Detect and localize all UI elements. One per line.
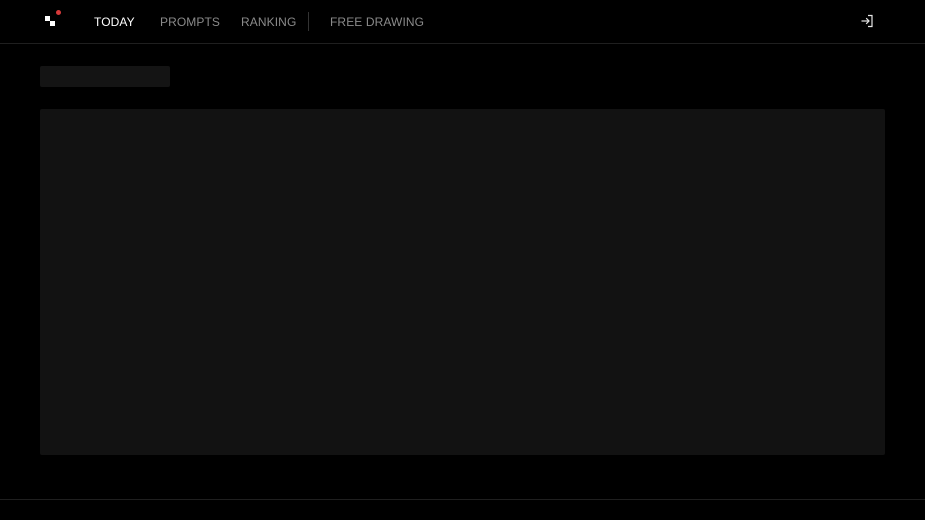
app-root: TODAY PROMPTS RANKING FREE DRAWING [0,0,925,520]
nav-tab-free-drawing[interactable]: FREE DRAWING [330,14,424,30]
nav-tab-prompts[interactable]: PROMPTS [160,14,220,30]
sign-in-button[interactable] [859,13,875,29]
pixel-logo-icon[interactable] [44,10,64,28]
logo-square-right [50,21,55,26]
logo-red-dot [56,10,61,15]
top-navigation-bar: TODAY PROMPTS RANKING FREE DRAWING [0,0,925,44]
loading-title-placeholder [40,66,170,87]
nav-tab-today[interactable]: TODAY [94,14,135,30]
page-footer [0,499,925,520]
nav-tab-ranking[interactable]: RANKING [241,14,296,30]
sign-in-icon [861,14,873,28]
loading-content-placeholder [40,109,885,455]
nav-divider [308,12,309,31]
